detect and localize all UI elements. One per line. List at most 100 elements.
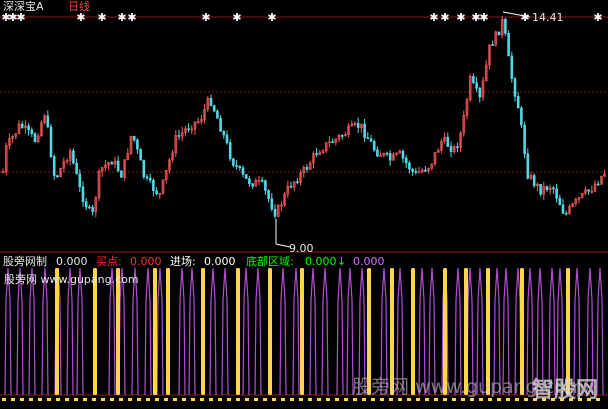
indicator-bar-yellow [55, 268, 59, 395]
candle-body [260, 180, 264, 182]
base-dot [92, 398, 96, 401]
candle-body [497, 31, 501, 36]
candle-body [366, 137, 370, 140]
candle-body [356, 123, 360, 128]
candle-body [232, 158, 235, 166]
indicator-bar-purple [28, 267, 36, 396]
indicator-bar-yellow [201, 268, 205, 395]
indicator-bar-purple [131, 267, 139, 396]
base-dot [218, 398, 222, 401]
kline-chart-canvas[interactable]: ✱✱✱ ✱ ✱ ✱ ✱ ✱ ✱ ✱ ✱ ✱ ✱ ✱✱ ✱ ✱ [0, 0, 608, 409]
candle-body [507, 33, 510, 57]
watermark-logo: 智股网 [532, 378, 599, 403]
candle-body [376, 149, 379, 157]
candle-body [177, 135, 181, 137]
candle-body [75, 162, 78, 175]
base-dot [281, 398, 285, 401]
candle-body [273, 208, 277, 217]
base-dot [344, 398, 348, 401]
candle-body [305, 167, 309, 170]
base-dot [83, 398, 87, 401]
candle-body [84, 201, 88, 208]
candle-body [120, 170, 123, 178]
candle-body [228, 142, 232, 160]
indicator-bar-yellow [300, 268, 304, 395]
candle-body [516, 96, 520, 109]
indicator-bar-yellow [166, 268, 170, 395]
candle-body [446, 136, 450, 147]
signal-marker: ✱ [479, 11, 488, 24]
candle-body [52, 156, 56, 176]
base-dot [47, 398, 51, 401]
base-dot [101, 398, 105, 401]
candle-body [241, 167, 245, 175]
signal-marker: ✱ [232, 11, 241, 24]
base-dot [2, 398, 6, 401]
candle-body [510, 55, 514, 79]
base-dot [335, 398, 339, 401]
base-dot [20, 398, 24, 401]
candle-body [555, 188, 558, 199]
candle-body [238, 165, 242, 169]
candle-body [46, 115, 50, 128]
entry-value: 0.000 [204, 255, 236, 268]
arrow-down-icon: ↓ [337, 255, 347, 268]
candle-body [456, 146, 459, 148]
candle-body [116, 160, 120, 172]
signal-marker: ✱ [440, 11, 449, 24]
entry-label: 进场: [170, 255, 196, 268]
candle-body [72, 150, 75, 164]
base-dot [74, 398, 78, 401]
base-dot [146, 398, 150, 401]
high-price-label: 14.41 [532, 11, 564, 24]
indicator-bar-purple [221, 267, 229, 396]
candle-body [78, 173, 82, 188]
base-dot [191, 398, 195, 401]
candle-body [523, 124, 526, 155]
base-dot [263, 398, 267, 401]
candle-body [142, 159, 146, 178]
candle-body [222, 131, 226, 136]
base-dot [155, 398, 159, 401]
period-label[interactable]: 日线 [68, 1, 90, 13]
indicator-bar-purple [144, 267, 152, 396]
candle-body [216, 110, 219, 119]
candle-body [401, 150, 405, 159]
candle-body [91, 206, 94, 212]
indicator-bar-yellow [236, 268, 240, 395]
candle-body [532, 175, 536, 187]
indicator-bar-purple [4, 267, 12, 396]
indicator-bar-purple [209, 267, 217, 396]
candle-body [251, 183, 254, 187]
signal-marker: ✱ [267, 11, 276, 24]
indicator-bar-purple [156, 267, 164, 396]
candle-body [30, 129, 34, 134]
signal-marker: ✱ [593, 11, 602, 24]
base-dot [236, 398, 240, 401]
candle-body [520, 107, 523, 126]
candle-body [414, 171, 418, 173]
candle-body [545, 186, 549, 190]
candle-body [558, 197, 562, 206]
base-dot [137, 398, 141, 401]
candle-body [187, 128, 190, 131]
candle-body [235, 165, 238, 167]
bottom-area-value: 0.000 [305, 255, 337, 268]
base-dot [65, 398, 69, 401]
candle-body [539, 183, 542, 195]
base-dot [110, 398, 114, 401]
buy-value: 0.000 [130, 255, 162, 268]
indicator-bar-purple [279, 267, 287, 396]
candle-body [411, 168, 414, 172]
base-dot [29, 398, 33, 401]
indicator-bar-purple [16, 267, 24, 396]
buy-label: 买点: [96, 255, 122, 268]
candle-body [212, 105, 216, 112]
candle-body [148, 177, 152, 181]
candle-body [552, 187, 555, 190]
signal-marker: ✱ [456, 11, 465, 24]
candle-body [564, 212, 568, 215]
candle-body [219, 117, 222, 132]
candle-body [491, 44, 494, 46]
candle-body [81, 186, 85, 202]
